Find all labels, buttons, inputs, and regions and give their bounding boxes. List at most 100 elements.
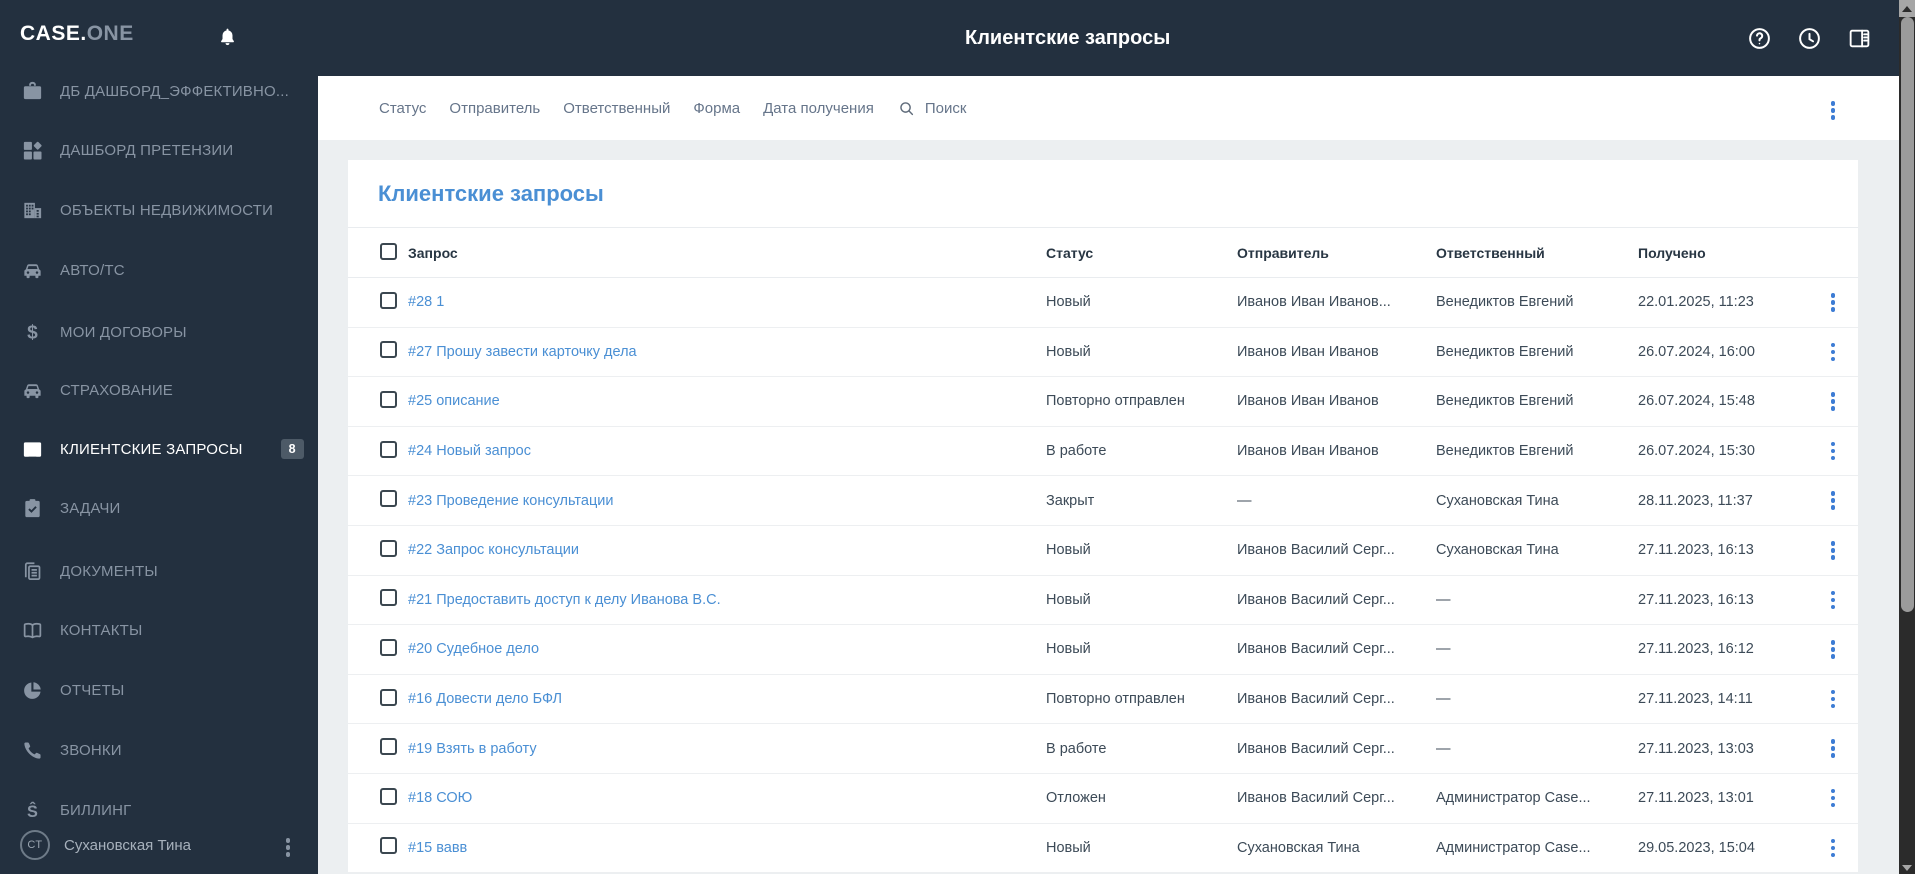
filter-date-received[interactable]: Дата получения	[763, 100, 874, 117]
filter-bar-menu-icon[interactable]	[1829, 99, 1838, 122]
row-menu-icon[interactable]	[1829, 589, 1838, 612]
table-row[interactable]: #23 Проведение консультации Закрыт — Сух…	[348, 476, 1858, 526]
row-menu-icon[interactable]	[1829, 440, 1838, 463]
scrollbar-thumb[interactable]	[1900, 17, 1914, 612]
table-header-row: Запрос Статус Отправитель Ответственный …	[348, 228, 1858, 278]
status-cell: В работе	[1046, 740, 1107, 757]
sidebar-item-dashboard-claims[interactable]: ДАШБОРД ПРЕТЕНЗИИ	[0, 128, 318, 172]
table-row[interactable]: #28 1 Новый Иванов Иван Иванов... Венеди…	[348, 278, 1858, 328]
status-cell: Новый	[1046, 591, 1091, 608]
table-row[interactable]: #27 Прошу завести карточку дела Новый Ив…	[348, 328, 1858, 378]
row-checkbox[interactable]	[380, 539, 397, 557]
row-checkbox[interactable]	[380, 837, 397, 855]
request-link[interactable]: #15 вавв	[408, 840, 1046, 856]
request-link[interactable]: #18 СОЮ	[408, 790, 1046, 806]
assignee-cell: —	[1436, 641, 1451, 658]
request-link[interactable]: #28 1	[408, 294, 1046, 310]
assignee-cell: —	[1436, 691, 1451, 708]
request-link[interactable]: #16 Довести дело БФЛ	[408, 691, 1046, 707]
row-checkbox[interactable]	[380, 688, 397, 706]
row-checkbox[interactable]	[380, 390, 397, 408]
sidebar-item-client-requests[interactable]: КЛИЕНТСКИЕ ЗАПРОСЫ 8	[0, 427, 318, 471]
book-icon	[23, 622, 42, 638]
svg-text:Ŝ: Ŝ	[27, 802, 38, 821]
received-cell: 27.11.2023, 16:12	[1638, 641, 1754, 658]
request-link[interactable]: #21 Предоставить доступ к делу Иванова В…	[408, 592, 1046, 608]
user-name: Сухановская Тина	[64, 836, 191, 854]
sender-cell: Иванов Иван Иванов	[1237, 343, 1379, 360]
request-link[interactable]: #24 Новый запрос	[408, 443, 1046, 459]
received-cell: 27.11.2023, 13:01	[1638, 790, 1754, 807]
sidebar-item-reports[interactable]: ОТЧЕТЫ	[0, 668, 318, 712]
row-checkbox[interactable]	[380, 738, 397, 756]
filter-form[interactable]: Форма	[693, 100, 740, 117]
table-row[interactable]: #16 Довести дело БФЛ Повторно отправлен …	[348, 675, 1858, 725]
row-checkbox[interactable]	[380, 440, 397, 458]
sidebar-item-auto[interactable]: АВТО/ТС	[0, 248, 318, 292]
request-link[interactable]: #23 Проведение консультации	[408, 493, 1046, 509]
scroll-down-arrow-icon[interactable]	[1902, 865, 1912, 871]
request-link[interactable]: #27 Прошу завести карточку дела	[408, 344, 1046, 360]
status-cell: Отложен	[1046, 790, 1106, 807]
received-cell: 27.11.2023, 16:13	[1638, 542, 1754, 559]
briefcase-icon	[23, 81, 42, 99]
page-title: Клиентские запросы	[965, 27, 1171, 49]
table-row[interactable]: #18 СОЮ Отложен Иванов Василий Серг... А…	[348, 774, 1858, 824]
assignee-cell: Сухановская Тина	[1436, 492, 1559, 509]
row-menu-icon[interactable]	[1829, 341, 1838, 364]
sender-cell: Иванов Василий Серг...	[1237, 740, 1395, 757]
table-row[interactable]: #15 вавв Новый Сухановская Тина Админист…	[348, 824, 1858, 874]
table-row[interactable]: #19 Взять в работу В работе Иванов Васил…	[348, 724, 1858, 774]
table-row[interactable]: #21 Предоставить доступ к делу Иванова В…	[348, 576, 1858, 626]
history-clock-icon[interactable]	[1797, 26, 1822, 51]
row-menu-icon[interactable]	[1829, 837, 1838, 860]
row-checkbox[interactable]	[380, 589, 397, 607]
row-menu-icon[interactable]	[1829, 688, 1838, 711]
user-menu-icon[interactable]	[284, 836, 293, 859]
row-menu-icon[interactable]	[1829, 787, 1838, 810]
row-menu-icon[interactable]	[1829, 291, 1838, 314]
sidebar-item-insurance[interactable]: СТРАХОВАНИЕ	[0, 368, 318, 412]
status-cell: Новый	[1046, 343, 1091, 360]
row-checkbox[interactable]	[380, 291, 397, 309]
request-link[interactable]: #22 Запрос консультации	[408, 542, 1046, 558]
help-icon[interactable]	[1747, 26, 1772, 51]
scroll-up-arrow-icon[interactable]	[1899, 0, 1915, 17]
row-menu-icon[interactable]	[1829, 737, 1838, 760]
row-checkbox[interactable]	[380, 638, 397, 656]
filter-sender[interactable]: Отправитель	[449, 100, 540, 117]
row-checkbox[interactable]	[380, 490, 397, 508]
sidebar-item-contacts[interactable]: КОНТАКТЫ	[0, 608, 318, 652]
row-menu-icon[interactable]	[1829, 638, 1838, 661]
sidebar-item-documents[interactable]: ДОКУМЕНТЫ	[0, 549, 318, 593]
row-menu-icon[interactable]	[1829, 539, 1838, 562]
search-control[interactable]: Поиск	[897, 99, 966, 118]
sidebar-item-db-dashboard[interactable]: ДБ ДАШБОРД_ЭФФЕКТИВНО...	[0, 69, 318, 113]
received-cell: 22.01.2025, 11:23	[1638, 294, 1754, 311]
table-row[interactable]: #22 Запрос консультации Новый Иванов Вас…	[348, 526, 1858, 576]
sidebar-item-calls[interactable]: ЗВОНКИ	[0, 728, 318, 772]
side-panel-icon[interactable]	[1847, 26, 1872, 51]
column-header-sender: Отправитель	[1237, 244, 1329, 261]
sidebar-item-real-estate[interactable]: ОБЪЕКТЫ НЕДВИЖИМОСТИ	[0, 188, 318, 232]
row-menu-icon[interactable]	[1829, 489, 1838, 512]
sidebar-item-tasks[interactable]: ЗАДАЧИ	[0, 486, 318, 530]
column-header-status: Статус	[1046, 244, 1094, 261]
table-body: #28 1 Новый Иванов Иван Иванов... Венеди…	[348, 278, 1858, 874]
filter-assignee[interactable]: Ответственный	[563, 100, 670, 117]
filter-bar: Статус Отправитель Ответственный Форма Д…	[318, 76, 1899, 140]
filter-status[interactable]: Статус	[379, 100, 426, 117]
request-link[interactable]: #25 описание	[408, 393, 1046, 409]
scrollbar[interactable]	[1899, 0, 1915, 874]
select-all-checkbox[interactable]	[380, 242, 397, 260]
table-row[interactable]: #24 Новый запрос В работе Иванов Иван Ив…	[348, 427, 1858, 477]
sidebar-item-contracts[interactable]: $ МОИ ДОГОВОРЫ	[0, 310, 318, 354]
status-cell: Повторно отправлен	[1046, 691, 1185, 708]
row-checkbox[interactable]	[380, 787, 397, 805]
row-checkbox[interactable]	[380, 341, 397, 359]
request-link[interactable]: #20 Судебное дело	[408, 641, 1046, 657]
request-link[interactable]: #19 Взять в работу	[408, 741, 1046, 757]
row-menu-icon[interactable]	[1829, 390, 1838, 413]
table-row[interactable]: #25 описание Повторно отправлен Иванов И…	[348, 377, 1858, 427]
table-row[interactable]: #20 Судебное дело Новый Иванов Василий С…	[348, 625, 1858, 675]
